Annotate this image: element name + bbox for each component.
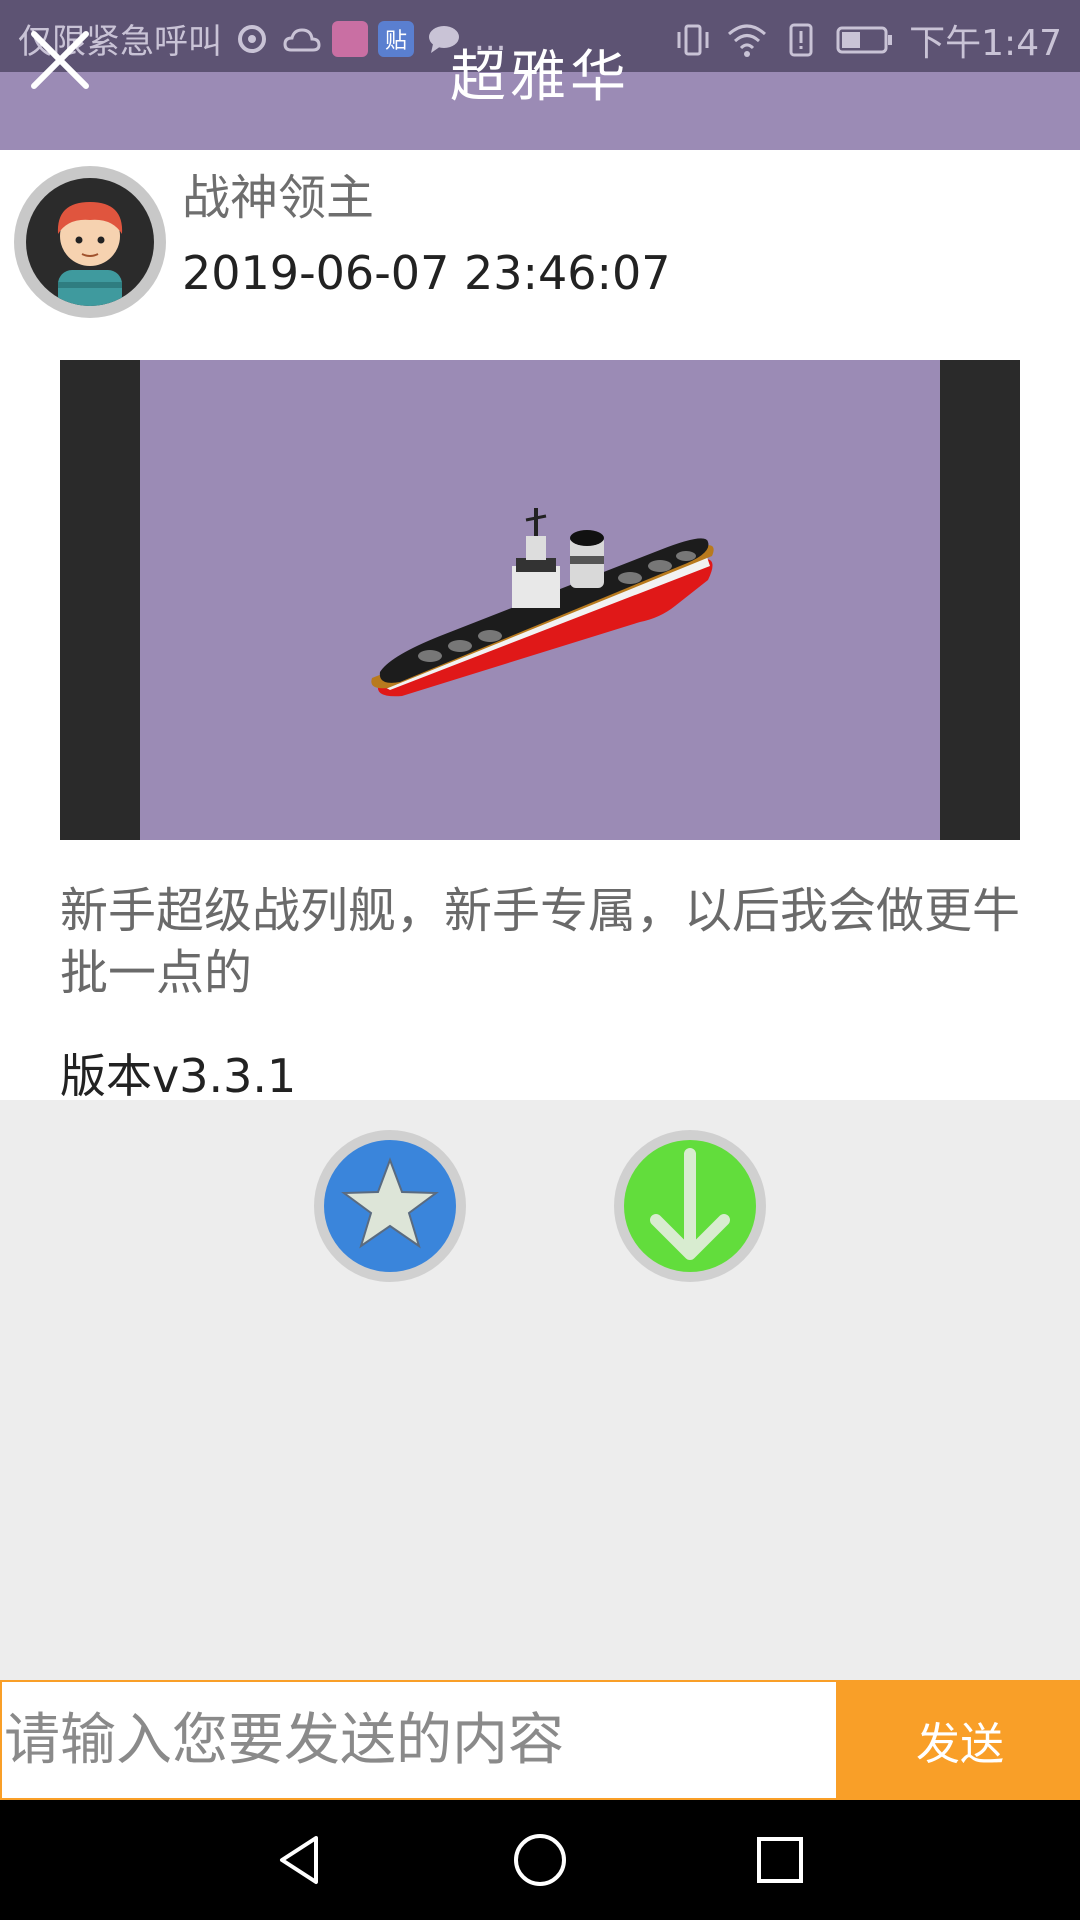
nav-recent-button[interactable] (750, 1830, 810, 1890)
home-circle-icon (514, 1834, 566, 1886)
post-timestamp: 2019-06-07 23:46:07 (182, 246, 671, 300)
download-button[interactable] (614, 1130, 766, 1282)
avatar[interactable] (14, 166, 166, 318)
recent-square-icon (757, 1837, 803, 1883)
arrow-down-icon (650, 1148, 730, 1260)
nav-back-button[interactable] (270, 1830, 330, 1890)
boy-avatar-icon (57, 202, 123, 306)
favorite-button-circle (324, 1140, 456, 1272)
avatar-image (26, 178, 154, 306)
post-preview-image[interactable] (60, 360, 1020, 840)
comment-input[interactable] (2, 1682, 836, 1798)
nav-home-button[interactable] (510, 1830, 570, 1890)
battleship-image (371, 508, 714, 697)
send-button[interactable]: 发送 (840, 1680, 1080, 1800)
author-name[interactable]: 战神领主 (182, 158, 374, 228)
back-triangle-icon (280, 1836, 318, 1884)
page-title: 超雅华 (450, 45, 630, 110)
preview-canvas (140, 360, 940, 840)
favorite-button[interactable] (314, 1130, 466, 1282)
star-icon (341, 1157, 439, 1249)
post-description: 新手超级战列舰，新手专属，以后我会做更牛批一点的 (60, 883, 1021, 1001)
system-nav-bar (0, 1800, 1080, 1920)
comment-bar: 发送 (0, 1680, 1080, 1800)
version-label: 版本v3.3.1 (60, 1049, 297, 1103)
download-button-circle (624, 1140, 756, 1272)
